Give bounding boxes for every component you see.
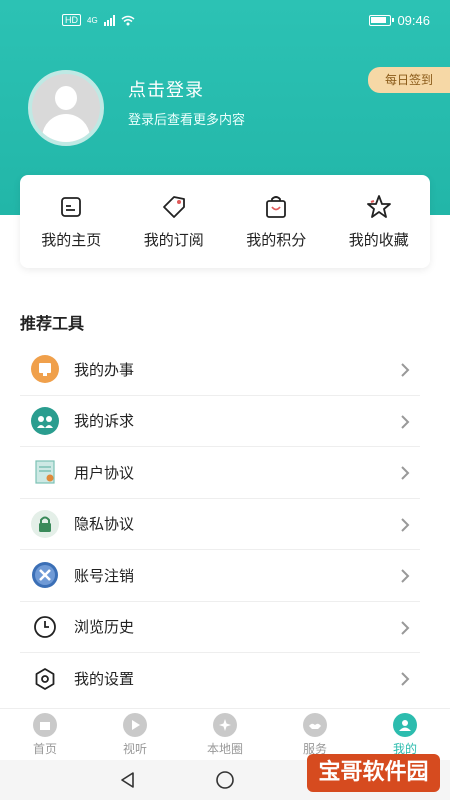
chevron-right-icon xyxy=(401,414,410,429)
battery-icon xyxy=(369,15,395,26)
chevron-right-icon xyxy=(401,672,410,686)
login-title[interactable]: 点击登录 xyxy=(128,76,204,102)
local-icon xyxy=(213,713,237,737)
service-icon xyxy=(303,713,327,737)
status-time: 09:46 xyxy=(397,13,430,28)
tool-item-history[interactable]: 浏览历史 xyxy=(20,602,420,653)
tool-label: 我的诉求 xyxy=(74,413,135,431)
tool-label: 浏览历史 xyxy=(74,619,135,637)
nav-local[interactable]: 本地圈 xyxy=(180,709,270,760)
nav-home[interactable]: 首页 xyxy=(0,709,90,760)
chevron-right-icon xyxy=(401,466,410,480)
signal-label: 4G xyxy=(87,15,98,25)
nav-mine[interactable]: 我的 xyxy=(360,709,450,760)
quick-item-label: 我的收藏 xyxy=(348,232,409,249)
nav-service[interactable]: 服务 xyxy=(270,709,360,760)
daily-checkin-button[interactable]: 每日签到 xyxy=(368,67,450,93)
chevron-right-icon xyxy=(401,620,410,635)
section-title: 推荐工具 xyxy=(20,316,85,333)
tool-item-affairs[interactable]: 我的办事 xyxy=(20,344,420,396)
tool-item-cancel-account[interactable]: 账号注销 xyxy=(20,550,420,602)
play-icon xyxy=(123,713,147,737)
watermark-logo: 宝哥软件园 xyxy=(307,754,440,792)
bottom-nav: 首页 视听 本地圈 服务 我的 xyxy=(0,708,450,760)
quick-item-homepage[interactable]: 我的主页 xyxy=(20,175,123,268)
signal-icon xyxy=(103,14,115,26)
tool-label: 隐私协议 xyxy=(74,516,135,534)
tools-list: 我的办事 我的诉求 用户协议 隐私协议 账号注销 浏览历史 我的设置 xyxy=(20,344,420,705)
status-bar: HD 4G 09:46 xyxy=(0,0,450,42)
tool-label: 我的办事 xyxy=(74,361,135,379)
avatar[interactable] xyxy=(28,70,104,146)
quick-item-points[interactable]: 我的积分 xyxy=(225,175,328,268)
nav-label: 本地圈 xyxy=(206,742,243,756)
home-icon xyxy=(33,713,57,737)
back-icon[interactable] xyxy=(118,770,138,790)
tool-item-settings[interactable]: 我的设置 xyxy=(20,653,420,705)
quick-item-label: 我的主页 xyxy=(41,232,102,249)
chevron-right-icon xyxy=(401,363,410,377)
home-circle-icon[interactable] xyxy=(215,770,235,790)
profile-icon xyxy=(393,713,417,737)
quick-actions-card: 我的主页 我的订阅 我的积分 我的收藏 xyxy=(20,175,430,268)
tag-icon xyxy=(162,196,185,218)
tool-item-privacy[interactable]: 隐私协议 xyxy=(20,499,420,550)
quick-item-favorites[interactable]: 我的收藏 xyxy=(328,175,431,268)
quick-item-label: 我的订阅 xyxy=(143,232,204,249)
lock-icon xyxy=(30,509,60,539)
quick-item-subscription[interactable]: 我的订阅 xyxy=(123,175,226,268)
chevron-right-icon xyxy=(401,569,410,583)
cancel-account-icon xyxy=(30,560,60,590)
nav-label: 首页 xyxy=(32,742,57,756)
quick-item-label: 我的积分 xyxy=(246,232,307,249)
tool-label: 用户协议 xyxy=(74,464,135,482)
tool-label: 我的设置 xyxy=(74,671,135,689)
agreement-icon xyxy=(30,457,60,487)
settings-icon xyxy=(30,664,60,694)
chevron-right-icon xyxy=(401,517,410,532)
tool-item-appeal[interactable]: 我的诉求 xyxy=(20,396,420,447)
affairs-icon xyxy=(30,354,60,384)
star-icon xyxy=(366,195,391,218)
homepage-icon xyxy=(61,197,82,217)
tool-label: 账号注销 xyxy=(74,567,135,585)
nav-label: 视听 xyxy=(122,742,147,756)
clock-icon xyxy=(30,612,60,642)
nav-media[interactable]: 视听 xyxy=(90,709,180,760)
shopping-bag-icon xyxy=(266,196,287,218)
network-badge: HD xyxy=(62,14,81,26)
login-subtitle: 登录后查看更多内容 xyxy=(128,112,246,127)
appeal-icon xyxy=(30,406,60,436)
wifi-icon xyxy=(121,15,135,25)
tool-item-user-agreement[interactable]: 用户协议 xyxy=(20,447,420,499)
